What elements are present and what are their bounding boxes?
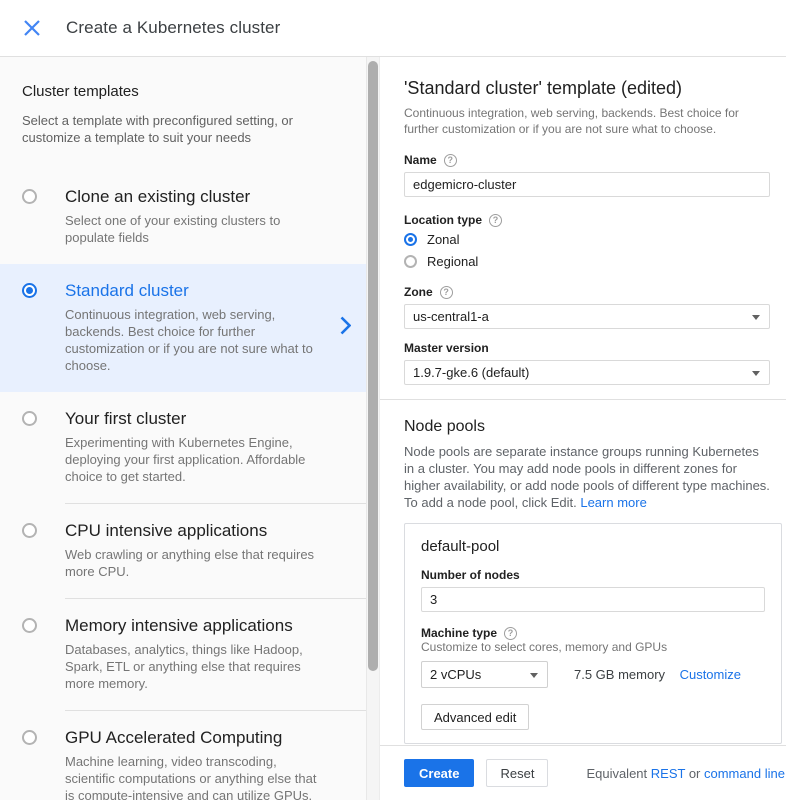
name-label: Name (404, 153, 437, 167)
name-label-row: Name ? (404, 153, 770, 167)
radio-unselected-icon[interactable] (22, 618, 37, 633)
learn-more-link[interactable]: Learn more (580, 495, 646, 510)
location-regional-radio[interactable]: Regional (404, 252, 770, 271)
zone-label-row: Zone ? (404, 285, 770, 299)
template-title: GPU Accelerated Computing (65, 727, 320, 748)
template-option-your-first-cluster[interactable]: Your first cluster Experimenting with Ku… (0, 392, 379, 503)
help-icon[interactable]: ? (489, 214, 502, 227)
memory-value: 7.5 GB memory (574, 667, 665, 682)
advanced-edit-button[interactable]: Advanced edit (421, 704, 529, 730)
rest-link[interactable]: REST (651, 766, 685, 781)
machine-type-row: 2 vCPUs 7.5 GB memory Customize (421, 661, 765, 688)
template-option-cpu-intensive[interactable]: CPU intensive applications Web crawling … (0, 504, 379, 598)
master-version-select[interactable]: 1.9.7-gke.6 (default) (404, 360, 770, 385)
help-icon[interactable]: ? (444, 154, 457, 167)
zone-label: Zone (404, 285, 433, 299)
radio-unselected-icon[interactable] (22, 730, 37, 745)
template-description: Web crawling or anything else that requi… (65, 546, 320, 580)
close-icon[interactable] (22, 18, 42, 38)
radio-unselected-icon[interactable] (22, 523, 37, 538)
template-option-standard-cluster[interactable]: Standard cluster Continuous integration,… (0, 264, 379, 392)
number-of-nodes-label-row: Number of nodes (421, 568, 765, 582)
help-icon[interactable]: ? (440, 286, 453, 299)
regional-label: Regional (427, 254, 478, 269)
template-option-gpu-accelerated[interactable]: GPU Accelerated Computing Machine learni… (0, 711, 379, 800)
sidebar-scrollbar-thumb[interactable] (368, 61, 378, 671)
location-type-label-row: Location type ? (404, 213, 770, 227)
radio-selected-icon[interactable] (404, 233, 417, 246)
template-description: Machine learning, video transcoding, sci… (65, 753, 320, 800)
template-option-clone-existing[interactable]: Clone an existing cluster Select one of … (0, 170, 379, 264)
sidebar-heading: Cluster templates (22, 83, 319, 101)
form-description: Continuous integration, web serving, bac… (404, 105, 770, 137)
section-divider (380, 399, 786, 400)
template-description: Experimenting with Kubernetes Engine, de… (65, 434, 320, 485)
dropdown-arrow-icon (752, 315, 760, 320)
radio-unselected-icon[interactable] (404, 255, 417, 268)
template-form-panel: 'Standard cluster' template (edited) Con… (380, 57, 786, 800)
sidebar-subheading: Select a template with preconfigured set… (22, 112, 319, 146)
zonal-label: Zonal (427, 232, 460, 247)
form-content: 'Standard cluster' template (edited) Con… (380, 57, 786, 745)
form-title: 'Standard cluster' template (edited) (404, 77, 770, 99)
sidebar-intro: Cluster templates Select a template with… (0, 57, 379, 170)
equivalent-text: Equivalent REST or command line (586, 766, 785, 781)
template-title: Memory intensive applications (65, 615, 320, 636)
templates-sidebar: Cluster templates Select a template with… (0, 57, 380, 800)
machine-type-label: Machine type (421, 626, 497, 640)
dialog-title: Create a Kubernetes cluster (66, 18, 280, 38)
help-icon[interactable]: ? (504, 627, 517, 640)
dialog-header: Create a Kubernetes cluster (0, 0, 786, 57)
sidebar-scrollbar[interactable] (366, 57, 379, 800)
dialog-footer: Create Reset Equivalent REST or command … (380, 745, 786, 800)
dropdown-arrow-icon (752, 371, 760, 376)
machine-type-value: 2 vCPUs (430, 667, 481, 682)
dropdown-arrow-icon (530, 673, 538, 678)
master-version-label: Master version (404, 341, 489, 355)
machine-type-hint: Customize to select cores, memory and GP… (421, 640, 765, 655)
radio-selected-icon[interactable] (22, 283, 37, 298)
command-line-link[interactable]: command line (704, 766, 785, 781)
template-description: Databases, analytics, things like Hadoop… (65, 641, 320, 692)
or-text: or (685, 766, 704, 781)
cluster-name-input[interactable] (404, 172, 770, 197)
machine-type-label-row: Machine type ? (421, 626, 765, 640)
template-option-memory-intensive[interactable]: Memory intensive applications Databases,… (0, 599, 379, 710)
create-button[interactable]: Create (404, 759, 474, 787)
template-description: Select one of your existing clusters to … (65, 212, 320, 246)
location-type-label: Location type (404, 213, 482, 227)
template-title: CPU intensive applications (65, 520, 320, 541)
master-version-label-row: Master version (404, 341, 770, 355)
create-cluster-dialog: Create a Kubernetes cluster Cluster temp… (0, 0, 786, 800)
radio-unselected-icon[interactable] (22, 411, 37, 426)
equivalent-prefix: Equivalent (586, 766, 650, 781)
template-description: Continuous integration, web serving, bac… (65, 306, 320, 374)
pool-name: default-pool (421, 537, 765, 556)
location-zonal-radio[interactable]: Zonal (404, 230, 770, 249)
template-title: Standard cluster (65, 280, 320, 301)
template-title: Clone an existing cluster (65, 186, 320, 207)
customize-link[interactable]: Customize (680, 667, 741, 682)
reset-button[interactable]: Reset (486, 759, 548, 787)
number-of-nodes-input[interactable] (421, 587, 765, 612)
machine-type-select[interactable]: 2 vCPUs (421, 661, 548, 688)
radio-unselected-icon[interactable] (22, 189, 37, 204)
template-title: Your first cluster (65, 408, 320, 429)
zone-select[interactable]: us-central1-a (404, 304, 770, 329)
chevron-right-icon (340, 316, 351, 340)
zone-value: us-central1-a (413, 309, 489, 324)
number-of-nodes-label: Number of nodes (421, 568, 520, 582)
default-pool-card: default-pool Number of nodes Machine typ… (404, 523, 782, 744)
node-pools-heading: Node pools (404, 416, 770, 437)
master-version-value: 1.9.7-gke.6 (default) (413, 365, 529, 380)
node-pools-description: Node pools are separate instance groups … (404, 443, 770, 511)
